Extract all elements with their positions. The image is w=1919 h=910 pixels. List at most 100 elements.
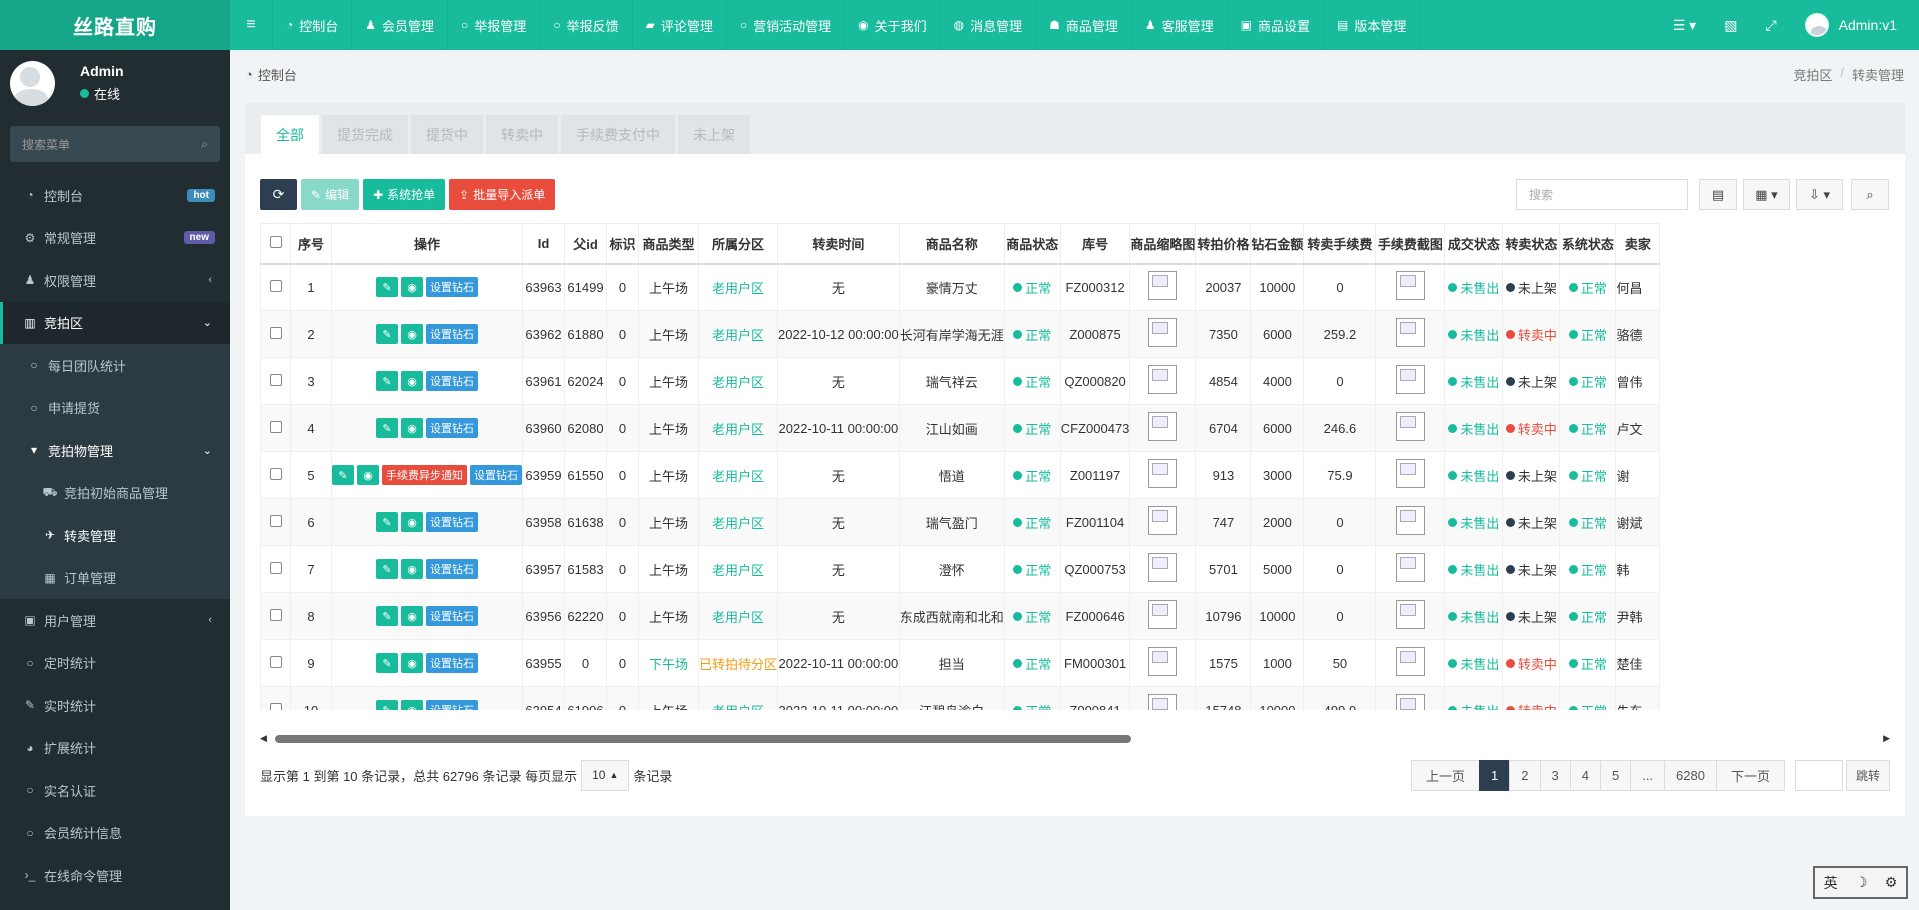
broken-image-icon[interactable] <box>1395 318 1425 347</box>
set-diamond-button[interactable]: 设置钻石 <box>426 371 478 391</box>
toggle-view-icon[interactable]: ▤ <box>1699 179 1737 210</box>
topnav-item[interactable]: ▤ 版本管理 <box>1324 0 1421 50</box>
broken-image-icon[interactable] <box>1395 506 1425 535</box>
tab-item[interactable]: 未上架 <box>678 115 750 154</box>
fee-notify-button[interactable]: 手续费异步通知 <box>382 465 467 485</box>
jump-button[interactable]: 跳转 <box>1845 759 1890 791</box>
broken-image-icon[interactable] <box>1395 694 1425 710</box>
broken-image-icon[interactable] <box>1395 412 1425 441</box>
scroll-left-icon[interactable]: ◀ <box>260 733 267 744</box>
broken-image-icon[interactable] <box>1148 553 1178 582</box>
edit-row-icon[interactable]: ✎ <box>376 606 398 626</box>
row-checkbox[interactable] <box>269 420 282 433</box>
edit-row-icon[interactable]: ✎ <box>376 324 398 344</box>
system-grab-button[interactable]: ✚ 系统抢单 <box>363 179 446 210</box>
column-header[interactable]: 钻石金额 <box>1250 223 1305 265</box>
tab-item[interactable]: 转卖中 <box>486 115 558 154</box>
user-menu[interactable]: Admin:v1 <box>1791 0 1919 50</box>
column-header[interactable]: 库号 <box>1059 223 1131 265</box>
batch-import-button[interactable]: ⇪ 批量导入派单 <box>449 179 556 210</box>
row-checkbox[interactable] <box>269 373 282 386</box>
broken-image-icon[interactable] <box>1148 647 1178 676</box>
view-row-icon[interactable]: ◉ <box>401 418 423 438</box>
sidebar-item[interactable]: ⚙ 常规管理 new <box>0 217 230 260</box>
column-header[interactable]: 父id <box>564 223 607 265</box>
set-diamond-button[interactable]: 设置钻石 <box>426 559 478 579</box>
jump-page-input[interactable] <box>1794 759 1843 791</box>
moon-icon[interactable]: ☽ <box>1855 874 1868 891</box>
row-checkbox[interactable] <box>269 467 282 480</box>
advanced-search-icon[interactable]: ⌕ <box>1851 179 1889 210</box>
horizontal-scrollbar[interactable]: ◀ ▶ <box>260 732 1890 744</box>
broken-image-icon[interactable] <box>1148 412 1178 441</box>
page-button[interactable]: 6280 <box>1664 759 1717 791</box>
column-header[interactable]: 转拍价格 <box>1195 223 1252 265</box>
tab-item[interactable]: 全部 <box>261 115 319 154</box>
column-header[interactable]: 操作 <box>331 223 523 265</box>
broken-image-icon[interactable] <box>1148 271 1178 301</box>
set-diamond-button[interactable]: 设置钻石 <box>470 465 522 485</box>
sidebar-item[interactable]: ◕ 扩展统计 <box>0 727 230 770</box>
set-diamond-button[interactable]: 设置钻石 <box>426 653 478 673</box>
column-header[interactable]: 成交状态 <box>1444 223 1504 265</box>
column-header[interactable]: Id <box>522 223 565 265</box>
broken-image-icon[interactable] <box>1395 600 1425 629</box>
column-header[interactable]: 商品状态 <box>1003 223 1061 265</box>
topnav-item[interactable]: ♟ 客服管理 <box>1132 0 1228 50</box>
topnav-item[interactable]: ◍ 消息管理 <box>941 0 1037 50</box>
view-row-icon[interactable]: ◉ <box>401 277 423 298</box>
clear-cache-icon[interactable]: ▧ <box>1710 0 1751 50</box>
column-header[interactable]: 转卖时间 <box>777 223 900 265</box>
topnav-item[interactable]: ▰ 评论管理 <box>633 0 727 50</box>
sidebar-item[interactable]: ♟ 权限管理 ‹ <box>0 259 230 302</box>
broken-image-icon[interactable] <box>1395 553 1425 582</box>
column-header[interactable]: 手续费截图 <box>1375 223 1446 265</box>
topnav-item[interactable]: ▣ 商品设置 <box>1228 0 1325 50</box>
view-row-icon[interactable]: ◉ <box>401 371 423 391</box>
fullscreen-icon[interactable]: ⤢ <box>1751 0 1790 50</box>
refresh-button[interactable]: ⟳ <box>260 179 297 210</box>
sidebar-item[interactable]: ›_ 在线命令管理 <box>0 854 230 897</box>
sidebar-item[interactable]: ○ 实名认证 <box>0 769 230 812</box>
view-row-icon[interactable]: ◉ <box>401 606 423 626</box>
row-checkbox[interactable] <box>269 326 282 339</box>
row-checkbox[interactable] <box>269 561 282 574</box>
column-header[interactable]: 商品名称 <box>898 223 1005 265</box>
page-button[interactable]: 3 <box>1539 759 1571 791</box>
row-checkbox[interactable] <box>269 279 282 292</box>
set-diamond-button[interactable]: 设置钻石 <box>426 418 478 438</box>
columns-icon[interactable]: ▦ ▾ <box>1743 179 1790 210</box>
brand-logo[interactable]: 丝路直购 <box>0 0 230 50</box>
view-row-icon[interactable]: ◉ <box>401 512 423 532</box>
topnav-item[interactable]: ○ 举报管理 <box>448 0 541 50</box>
sidebar-item[interactable]: ○ 申请提货 <box>0 386 230 429</box>
prev-page-button[interactable]: 上一页 <box>1411 759 1481 791</box>
column-header[interactable]: 序号 <box>290 223 332 265</box>
column-header[interactable]: 标识 <box>606 223 639 265</box>
ime-toolbar[interactable]: 英 ☽ ⚙ <box>1813 866 1908 899</box>
tab-item[interactable]: 提货完成 <box>322 115 408 154</box>
broken-image-icon[interactable] <box>1148 318 1178 347</box>
column-header[interactable]: 商品类型 <box>638 223 699 265</box>
tab-item[interactable]: 手续费支付中 <box>561 115 675 154</box>
edit-row-icon[interactable]: ✎ <box>376 277 398 298</box>
broken-image-icon[interactable] <box>1148 600 1178 629</box>
column-header[interactable]: 所属分区 <box>697 223 779 265</box>
edit-row-icon[interactable]: ✎ <box>376 512 398 532</box>
edit-row-icon[interactable]: ✎ <box>332 465 354 485</box>
sidebar-item[interactable]: ○ 定时统计 <box>0 642 230 685</box>
breadcrumb-item[interactable]: 竞拍区 <box>1793 65 1832 84</box>
broken-image-icon[interactable] <box>1395 271 1425 301</box>
scroll-right-icon[interactable]: ▶ <box>1883 733 1890 744</box>
edit-row-icon[interactable]: ✎ <box>376 653 398 673</box>
topnav-item[interactable]: ◔ 控制台 <box>273 0 353 50</box>
next-page-button[interactable]: 下一页 <box>1715 759 1785 791</box>
topnav-item[interactable]: ◉ 关于我们 <box>845 0 941 50</box>
sidebar-item[interactable]: ▣ 用户管理 ‹ <box>0 599 230 642</box>
sidebar-item[interactable]: ○ 每日团队统计 <box>0 344 230 387</box>
tab-item[interactable]: 提货中 <box>411 115 483 154</box>
topnav-item[interactable]: ♟ 会员管理 <box>352 0 449 50</box>
scrollbar-thumb[interactable] <box>275 735 1131 743</box>
gear-icon[interactable]: ⚙ <box>1885 874 1898 891</box>
broken-image-icon[interactable] <box>1148 459 1178 488</box>
